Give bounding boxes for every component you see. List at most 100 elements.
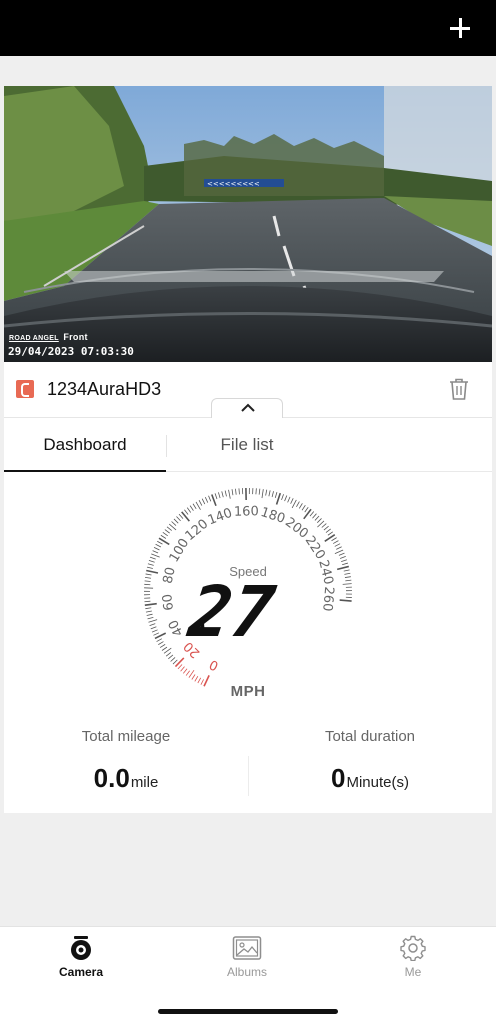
- total-mileage-unit: mile: [130, 774, 159, 791]
- gauge-tick: [317, 518, 322, 523]
- gauge-label: 220: [302, 533, 328, 562]
- gauge-tick: [228, 489, 231, 499]
- gauge-label: 160: [234, 504, 259, 519]
- gauge-tick: [186, 507, 192, 513]
- total-duration-unit: Minute(s): [346, 774, 409, 791]
- gauge-tick: [200, 679, 204, 685]
- gauge-label: 120: [183, 517, 212, 544]
- gauge-tick: [146, 566, 153, 569]
- gauge-tick: [323, 525, 329, 531]
- gauge-tick: [261, 489, 264, 499]
- gauge-tick: [162, 532, 168, 537]
- gauge-tick: [312, 513, 317, 519]
- gauge-tick: [324, 533, 336, 542]
- gauge-tick: [298, 503, 303, 509]
- collapse-preview-button[interactable]: [211, 398, 283, 418]
- gauge-tick: [291, 499, 297, 509]
- gauge-tick: [158, 641, 164, 645]
- gauge-tick: [170, 657, 176, 662]
- gauge-tick: [157, 540, 163, 545]
- gauge-tick: [258, 488, 261, 495]
- gauge-tick: [174, 657, 185, 668]
- speedometer-gauge: 020406080100120140 160 180200220240260 27: [143, 488, 352, 687]
- gauge-tick: [150, 626, 157, 630]
- gauge-tick: [327, 531, 334, 536]
- gauge-tick: [192, 503, 197, 510]
- svg-text:<<<<<<<<<: <<<<<<<<<: [207, 180, 260, 188]
- tab-file-list[interactable]: File list: [166, 418, 328, 472]
- camera-icon: [71, 936, 91, 960]
- gauge-tick: [159, 644, 166, 648]
- gauge-tick: [344, 576, 351, 578]
- tab-dashboard[interactable]: Dashboard: [4, 418, 166, 472]
- gauge-tick: [153, 547, 160, 551]
- gauge-tick: [334, 543, 341, 547]
- gauge-label: 240: [315, 558, 336, 586]
- gauge-tick: [336, 565, 350, 571]
- add-device-button[interactable]: [446, 14, 474, 42]
- gauge-tick: [218, 492, 221, 499]
- gauge-tick: [144, 602, 157, 607]
- gauge-tick: [185, 670, 190, 676]
- gauge-tick: [301, 505, 306, 511]
- gauge-tick: [332, 540, 339, 544]
- gauge-tick: [152, 550, 159, 554]
- gauge-tick: [148, 619, 158, 623]
- gauge-tick: [144, 580, 151, 582]
- gauge-tick: [334, 549, 344, 554]
- gauge-tick: [168, 654, 174, 660]
- nav-albums[interactable]: Albums: [192, 935, 302, 979]
- gauge-tick: [144, 600, 151, 603]
- nav-camera-label: Camera: [58, 965, 104, 979]
- gauge-tick: [203, 675, 210, 687]
- gauge-tick: [181, 511, 190, 522]
- speed-value: 27: [183, 571, 280, 653]
- gauge-tick: [176, 516, 181, 522]
- device-name: 1234AuraHD3: [47, 379, 162, 399]
- trash-icon[interactable]: [448, 377, 470, 401]
- gauge-tick: [341, 559, 347, 562]
- gauge-tick: [208, 495, 212, 502]
- gauge-tick: [339, 556, 346, 559]
- gauge-tick: [268, 490, 271, 497]
- gauge-tick: [238, 488, 240, 495]
- total-duration: Total duration 0Minute(s): [248, 722, 492, 794]
- gauge-tick: [182, 668, 188, 674]
- top-bar: [0, 0, 496, 56]
- gauge-tick: [304, 506, 309, 513]
- gauge-tick: [290, 498, 294, 504]
- gauge-tick: [171, 521, 177, 526]
- gauge-tick: [221, 491, 224, 498]
- gauge-tick: [287, 496, 291, 503]
- gauge-tick: [172, 659, 178, 665]
- gauge-tick: [325, 528, 331, 533]
- gauge-tick: [235, 488, 237, 495]
- gauge-tick: [149, 623, 156, 626]
- nav-me[interactable]: Me: [358, 935, 468, 979]
- gauge-tick: [153, 632, 160, 636]
- tab-bar: Dashboard File list: [4, 418, 492, 472]
- gauge-label: 80: [161, 566, 179, 585]
- gauge-tick: [338, 552, 345, 556]
- gauge-tick: [161, 646, 168, 651]
- gauge-tick: [166, 526, 172, 531]
- speed-unit: MPH: [230, 683, 266, 700]
- gauge-tick: [146, 569, 159, 574]
- gauge-tick: [184, 509, 189, 515]
- nav-camera[interactable]: Camera: [26, 935, 136, 979]
- gauge-tick: [189, 505, 194, 511]
- road-scene-image: <<<<<<<<<: [4, 86, 492, 362]
- camera-preview[interactable]: <<<<<<<<< ROAD ANGEL Front 29/04/2023 07…: [4, 86, 492, 362]
- gauge-tick: [177, 664, 183, 670]
- gauge-tick: [224, 490, 227, 497]
- gauge-tick: [147, 563, 154, 566]
- gauge-tick: [160, 534, 167, 539]
- device-card: <<<<<<<<< ROAD ANGEL Front 29/04/2023 07…: [4, 86, 492, 813]
- total-mileage-title: Total mileage: [81, 728, 171, 745]
- gauge-tick: [284, 495, 288, 502]
- video-brand-overlay: ROAD ANGEL Front: [9, 332, 88, 342]
- gauge-tick: [145, 607, 152, 610]
- gauge-label: 60: [160, 593, 177, 611]
- stats-row: Total mileage 0.0mile Total duration 0Mi…: [4, 722, 492, 812]
- gauge-tick: [204, 496, 209, 503]
